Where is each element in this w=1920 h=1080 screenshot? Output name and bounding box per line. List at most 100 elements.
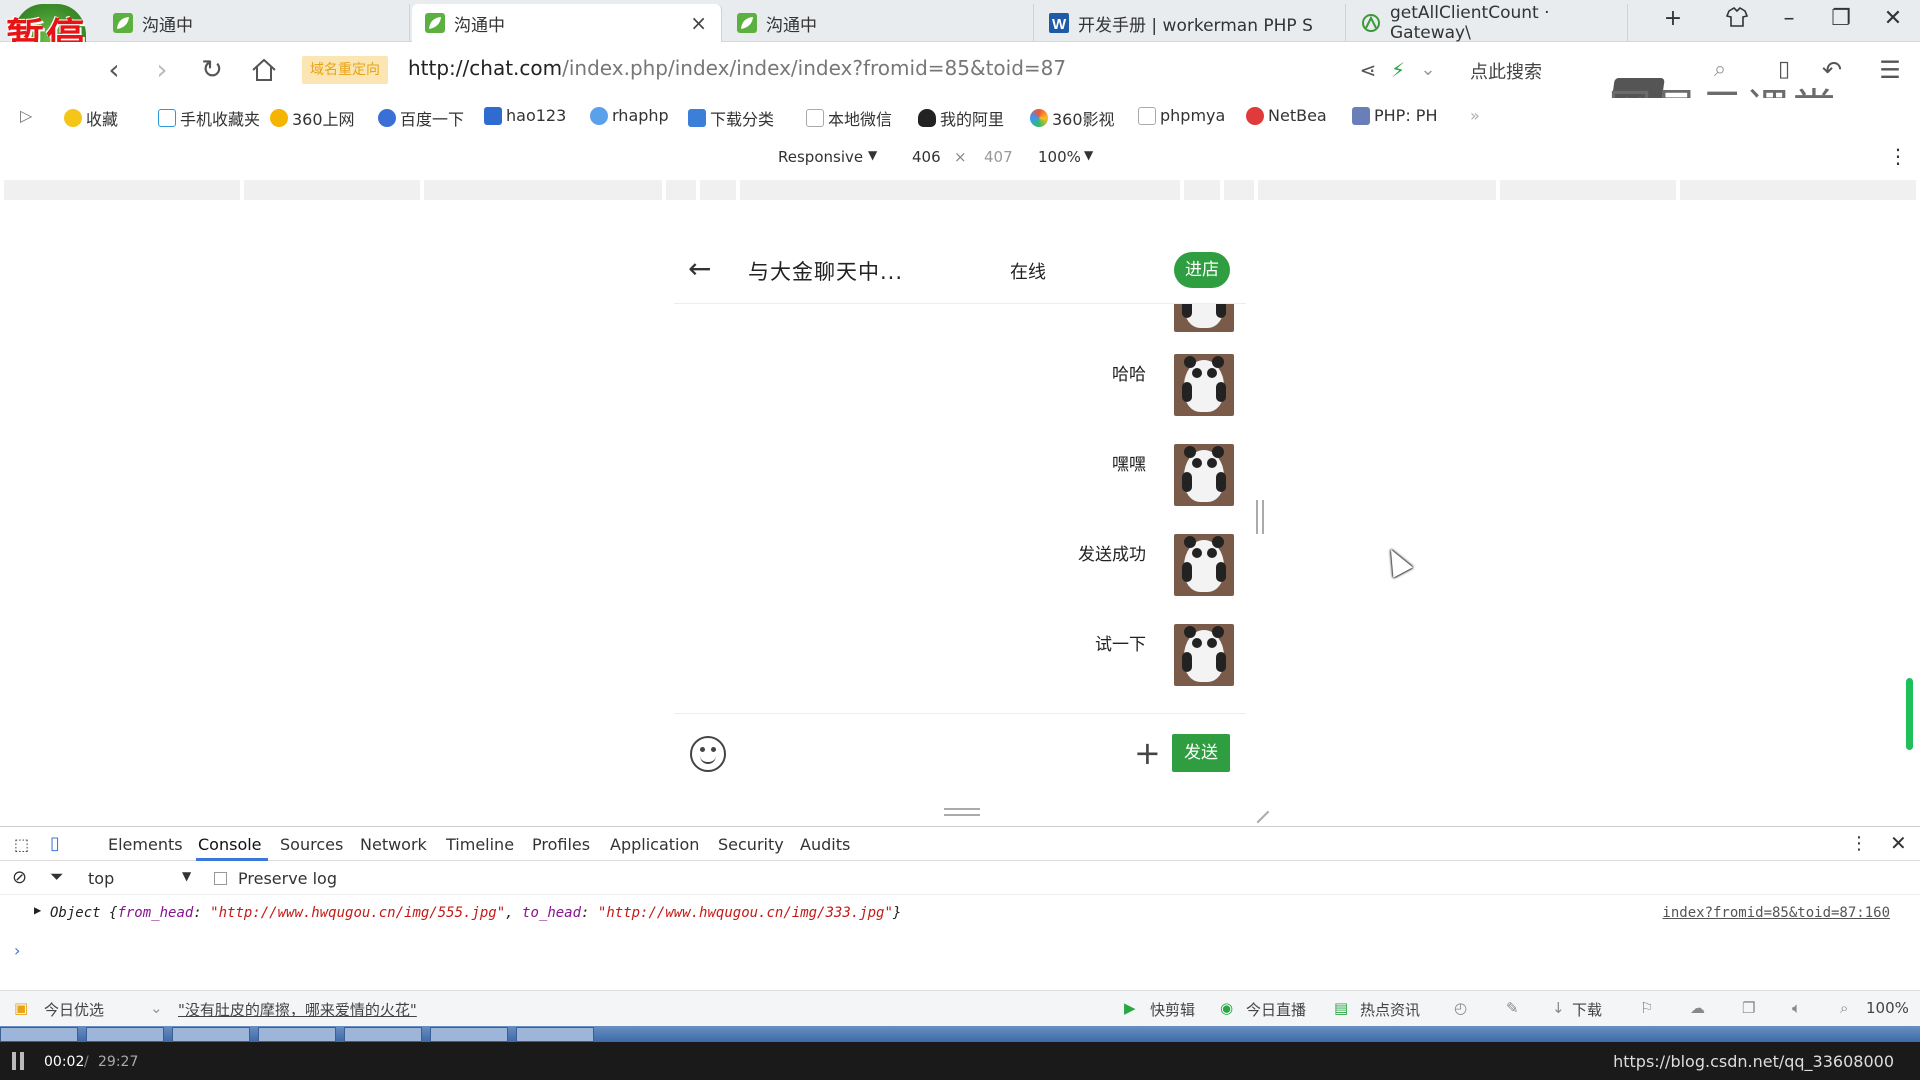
taskbar-button[interactable]	[86, 1027, 164, 1042]
today-live-link[interactable]: 今日直播	[1246, 999, 1306, 1020]
taskbar-button[interactable]	[344, 1027, 422, 1042]
tab-profiles[interactable]: Profiles	[532, 835, 590, 854]
restore-icon[interactable]: ❐	[1826, 6, 1856, 31]
tab-5[interactable]: getAllClientCount · Gateway\	[1348, 3, 1628, 43]
responsive-dropdown[interactable]: Responsive	[778, 148, 863, 166]
taskbar-button[interactable]	[516, 1027, 594, 1042]
speaker-icon[interactable]: 🔈︎	[1792, 999, 1801, 1017]
ruler-segment[interactable]	[1500, 180, 1676, 200]
page-scrollbar[interactable]	[1906, 678, 1913, 750]
viewport-corner-resize-handle[interactable]	[1246, 800, 1270, 824]
url-field[interactable]: http://chat.com/index.php/index/index/in…	[408, 56, 1066, 80]
bookmark-item[interactable]: rhaphp	[590, 106, 669, 125]
search-input[interactable]: 点此搜索	[1470, 58, 1542, 84]
device-mode-icon[interactable]: ▯	[50, 833, 60, 854]
tab-2-active[interactable]: 沟通中 ×	[412, 4, 722, 42]
ruler-segment[interactable]	[1224, 180, 1254, 200]
clear-console-icon[interactable]: ⊘	[12, 867, 27, 888]
log-object[interactable]: Object {from_head: "http://www.hwqugou.c…	[50, 905, 901, 921]
tab-application[interactable]: Application	[610, 835, 699, 854]
minimize-icon[interactable]: –	[1774, 6, 1804, 31]
zoom-dropdown[interactable]: 100%	[1038, 148, 1081, 166]
panda-avatar-icon[interactable]	[1174, 624, 1234, 686]
bookmark-item[interactable]: 本地微信	[806, 106, 892, 130]
ruler-segment[interactable]	[424, 180, 662, 200]
log-source-link[interactable]: index?fromid=85&toid=87:160	[1662, 905, 1890, 921]
bookmark-item[interactable]: 手机收藏夹	[158, 106, 260, 130]
tab-audits[interactable]: Audits	[800, 835, 850, 854]
tab-network[interactable]: Network	[360, 835, 427, 854]
enter-shop-button[interactable]: 进店	[1174, 252, 1230, 288]
window-icon[interactable]: ❐	[1742, 999, 1755, 1017]
more-bookmarks-icon[interactable]: »	[1470, 106, 1480, 125]
chevron-down-icon[interactable]: ▼	[868, 148, 877, 162]
today-pick-label[interactable]: 今日优选	[44, 999, 104, 1020]
download-link[interactable]: 下载	[1572, 999, 1602, 1020]
home-icon[interactable]	[246, 52, 282, 88]
context-select[interactable]: top	[88, 869, 114, 888]
news-headline-link[interactable]: "没有肚皮的摩擦，哪来爱情的火花"	[178, 999, 417, 1020]
plus-icon[interactable]: +	[1134, 734, 1161, 772]
menu-icon[interactable]: ☰	[1872, 52, 1908, 88]
history-icon[interactable]: ◴	[1454, 999, 1467, 1017]
pause-icon[interactable]	[12, 1052, 24, 1070]
ruler-segment[interactable]	[666, 180, 696, 200]
send-button[interactable]: 发送	[1172, 734, 1230, 772]
chevron-down-icon[interactable]: ⌄	[1410, 52, 1446, 88]
panda-avatar-icon[interactable]	[1174, 354, 1234, 416]
chevron-down-icon[interactable]: ⌄	[150, 999, 163, 1017]
sidebar-toggle-icon[interactable]: ▷	[20, 106, 32, 125]
close-tab-icon[interactable]: ×	[690, 11, 707, 35]
tab-timeline[interactable]: Timeline	[446, 835, 514, 854]
filter-icon[interactable]: ⏷	[50, 867, 64, 887]
flag-icon[interactable]: ⚐	[1640, 999, 1653, 1017]
bookmark-item[interactable]: PHP: PH	[1352, 106, 1437, 125]
back-arrow-icon[interactable]: ←	[688, 252, 711, 285]
console-prompt[interactable]: ›	[14, 941, 20, 960]
bookmark-item[interactable]: 我的阿里	[918, 106, 1004, 130]
ruler-segment[interactable]	[1258, 180, 1496, 200]
chevron-down-icon[interactable]: ▼	[182, 869, 191, 883]
quick-clip-link[interactable]: 快剪辑	[1150, 999, 1195, 1020]
inspect-element-icon[interactable]: ⬚	[14, 835, 29, 854]
viewport-height-input[interactable]: 407	[984, 148, 1013, 166]
panda-avatar-icon[interactable]	[1174, 444, 1234, 506]
more-options-icon[interactable]: ⋮	[1850, 833, 1868, 854]
tab-security[interactable]: Security	[718, 835, 784, 854]
hot-news-link[interactable]: 热点资讯	[1360, 999, 1420, 1020]
ruler-segment[interactable]	[1680, 180, 1916, 200]
tab-1[interactable]: 沟通中	[100, 4, 410, 42]
pin-icon[interactable]: ✎	[1506, 999, 1519, 1017]
bookmark-item[interactable]: phpmya	[1138, 106, 1225, 125]
zoom-level[interactable]: 100%	[1866, 999, 1909, 1017]
bookmark-item[interactable]: 360上网	[270, 106, 355, 130]
tab-3[interactable]: 沟通中	[724, 4, 1034, 42]
emoji-smile-icon[interactable]	[690, 736, 726, 772]
bookmark-item[interactable]: hao123	[484, 106, 566, 125]
preserve-log-checkbox[interactable]	[214, 872, 227, 885]
taskbar-button[interactable]	[430, 1027, 508, 1042]
panda-avatar-icon[interactable]	[1174, 304, 1234, 332]
shirt-skin-icon[interactable]	[1722, 6, 1752, 34]
close-window-icon[interactable]: ✕	[1878, 6, 1908, 31]
panda-avatar-icon[interactable]	[1174, 534, 1234, 596]
close-devtools-icon[interactable]: ✕	[1890, 831, 1907, 855]
tab-4[interactable]: W 开发手册 | workerman PHP S	[1036, 4, 1346, 42]
ruler-segment[interactable]	[1184, 180, 1220, 200]
new-tab-icon[interactable]: +	[1658, 6, 1688, 31]
bookmark-item[interactable]: 百度一下	[378, 106, 464, 130]
viewport-width-resize-handle[interactable]	[1256, 500, 1264, 534]
bookmark-item[interactable]: 下载分类	[688, 106, 774, 130]
tab-console[interactable]: Console	[198, 835, 262, 854]
reload-icon[interactable]: ↻	[194, 52, 230, 88]
ruler-segment[interactable]	[700, 180, 736, 200]
viewport-width-input[interactable]: 406	[912, 148, 941, 166]
ruler-segment[interactable]	[244, 180, 420, 200]
ruler-segment[interactable]	[4, 180, 240, 200]
domain-redirect-badge[interactable]: 域名重定向	[302, 56, 388, 84]
bookmark-item[interactable]: 收藏	[64, 106, 118, 130]
back-icon[interactable]: ‹	[96, 52, 132, 88]
forward-icon[interactable]: ›	[144, 52, 180, 88]
cloud-icon[interactable]: ☁	[1690, 999, 1705, 1017]
more-options-icon[interactable]: ⋮	[1888, 144, 1908, 168]
